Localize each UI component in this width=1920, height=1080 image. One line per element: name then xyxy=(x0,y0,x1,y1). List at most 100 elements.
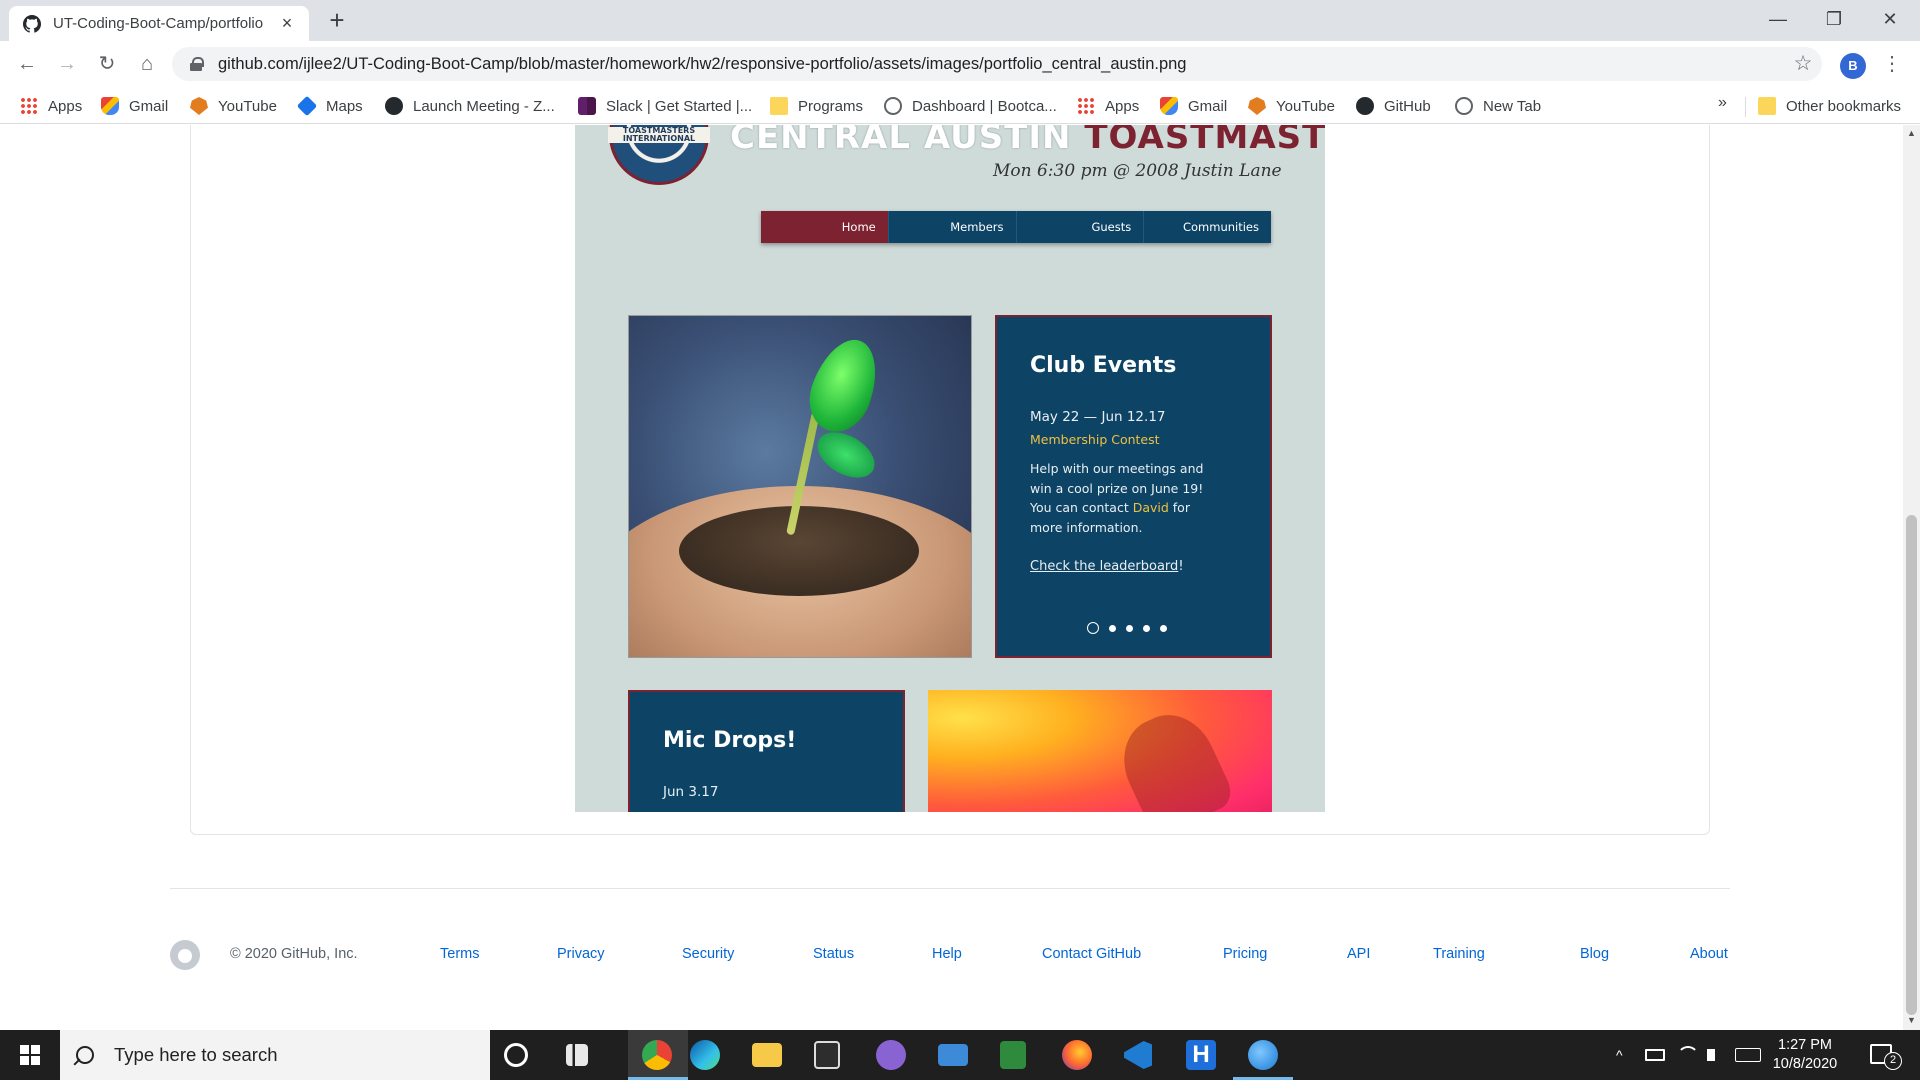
carousel-dots xyxy=(1087,622,1167,634)
scrollbar-thumb[interactable] xyxy=(1906,515,1917,1015)
footer-link-contact[interactable]: Contact GitHub xyxy=(1042,946,1141,962)
bookmark-label: Launch Meeting - Z... xyxy=(413,97,555,115)
minimize-button[interactable]: — xyxy=(1750,0,1806,41)
bookmarks-bar: Apps Gmail YouTube Maps Launch Meeting -… xyxy=(0,87,1920,124)
mic-drops-date: Jun 3.17 xyxy=(663,784,719,800)
bookmark-github[interactable]: GitHub xyxy=(1356,94,1431,118)
carousel-dot xyxy=(1160,624,1167,632)
site-nav-home: Home xyxy=(761,211,889,243)
carousel-dot xyxy=(1109,624,1116,632)
new-tab-button[interactable]: + xyxy=(322,6,352,36)
lock-icon xyxy=(190,57,204,71)
soil-shape xyxy=(679,506,919,596)
page-scrollbar[interactable]: ▲ ▼ xyxy=(1903,125,1920,1030)
globe-icon xyxy=(884,97,902,115)
bookmark-gmail-2[interactable]: Gmail xyxy=(1160,94,1227,118)
bookmark-dashboard[interactable]: Dashboard | Bootca... xyxy=(884,94,1057,118)
keyboard-icon[interactable] xyxy=(1735,1048,1761,1062)
description-highlight: David xyxy=(1132,500,1169,515)
address-bar[interactable]: github.com/ijlee2/UT-Coding-Boot-Camp/bl… xyxy=(172,47,1822,81)
app-icon[interactable] xyxy=(1248,1040,1278,1070)
reload-button[interactable]: ↻ xyxy=(92,49,122,79)
start-button[interactable] xyxy=(0,1030,60,1080)
seedling-photo xyxy=(628,315,972,658)
github-desktop-icon[interactable] xyxy=(876,1040,906,1070)
cortana-icon[interactable] xyxy=(504,1043,528,1067)
volume-icon[interactable] xyxy=(1707,1049,1723,1061)
github-icon xyxy=(385,97,403,115)
url-text: github.com/ijlee2/UT-Coding-Boot-Camp/bl… xyxy=(218,54,1187,73)
search-icon xyxy=(76,1046,94,1064)
bookmark-star-icon[interactable]: ☆ xyxy=(1788,49,1818,79)
site-nav: Home Members Guests Communities xyxy=(761,211,1271,243)
bookmark-launch-meeting[interactable]: Launch Meeting - Z... xyxy=(385,94,555,118)
folder-icon xyxy=(1758,97,1776,115)
bookmark-slack[interactable]: Slack | Get Started |... xyxy=(578,94,752,118)
vscode-icon[interactable] xyxy=(1124,1041,1152,1069)
bookmark-youtube-2[interactable]: YouTube xyxy=(1248,94,1335,118)
h-app-icon[interactable]: H xyxy=(1186,1040,1216,1070)
carousel-dot xyxy=(1143,624,1150,632)
logo-square xyxy=(31,1056,40,1065)
tab-strip: UT-Coding-Boot-Camp/portfolio × + — ❐ ✕ xyxy=(0,0,1920,41)
bookmark-programs[interactable]: Programs xyxy=(770,94,863,118)
browser-menu-icon[interactable]: ⋮ xyxy=(1882,49,1902,79)
gmail-icon xyxy=(101,97,119,115)
edge-icon[interactable] xyxy=(690,1040,720,1070)
mail-icon[interactable] xyxy=(938,1044,968,1066)
footer-link-blog[interactable]: Blog xyxy=(1580,946,1609,962)
tray-chevron-icon[interactable]: ^ xyxy=(1616,1030,1623,1080)
back-button[interactable]: ← xyxy=(12,49,42,79)
firefox-icon[interactable] xyxy=(1062,1040,1092,1070)
bookmark-label: YouTube xyxy=(1276,97,1335,115)
footer-link-help[interactable]: Help xyxy=(932,946,962,962)
footer-link-terms[interactable]: Terms xyxy=(440,946,479,962)
leaderboard-link-suffix: ! xyxy=(1178,559,1184,574)
footer-divider xyxy=(170,888,1730,889)
portfolio-image: TOASTMASTERS INTERNATIONAL CENTRAL AUSTI… xyxy=(575,125,1325,812)
bookmarks-divider xyxy=(1745,97,1746,117)
bookmark-apps[interactable]: Apps xyxy=(20,94,82,118)
bookmark-label: Dashboard | Bootca... xyxy=(912,97,1057,115)
footer-link-status[interactable]: Status xyxy=(813,946,854,962)
home-button[interactable]: ⌂ xyxy=(132,49,162,79)
site-nav-guests: Guests xyxy=(1017,211,1145,243)
footer-link-privacy[interactable]: Privacy xyxy=(557,946,605,962)
scroll-down-arrow-icon[interactable]: ▼ xyxy=(1906,1015,1917,1025)
github-mark-icon[interactable] xyxy=(170,940,200,970)
close-window-button[interactable]: ✕ xyxy=(1862,0,1918,41)
footer-link-api[interactable]: API xyxy=(1347,946,1370,962)
task-view-icon[interactable] xyxy=(566,1044,588,1066)
file-explorer-icon[interactable] xyxy=(752,1043,782,1067)
bookmark-youtube[interactable]: YouTube xyxy=(190,94,277,118)
scroll-up-arrow-icon[interactable]: ▲ xyxy=(1906,128,1917,138)
store-icon[interactable] xyxy=(814,1041,840,1069)
bookmark-label: New Tab xyxy=(1483,97,1542,115)
bookmark-gmail[interactable]: Gmail xyxy=(101,94,168,118)
spreadsheet-icon[interactable] xyxy=(1000,1041,1026,1069)
bookmark-new-tab[interactable]: New Tab xyxy=(1455,94,1541,118)
maximize-button[interactable]: ❐ xyxy=(1806,0,1862,41)
bookmark-apps-2[interactable]: Apps xyxy=(1077,94,1139,118)
notification-badge: 2 xyxy=(1884,1052,1902,1070)
youtube-icon xyxy=(190,97,208,115)
bookmarks-overflow-icon[interactable]: » xyxy=(1718,94,1727,112)
bookmark-maps[interactable]: Maps xyxy=(296,94,363,118)
footer-link-security[interactable]: Security xyxy=(682,946,734,962)
bookmark-label: Maps xyxy=(326,97,363,115)
footer-link-about[interactable]: About xyxy=(1690,946,1728,962)
wifi-icon[interactable] xyxy=(1677,1046,1699,1068)
taskbar-search[interactable]: Type here to search xyxy=(60,1030,490,1080)
taskbar-clock[interactable]: 1:27 PM 10/8/2020 xyxy=(1760,1036,1850,1074)
other-bookmarks[interactable]: Other bookmarks xyxy=(1758,94,1901,118)
clock-date: 10/8/2020 xyxy=(1772,1056,1838,1072)
browser-tab[interactable]: UT-Coding-Boot-Camp/portfolio × xyxy=(9,6,309,41)
footer-link-training[interactable]: Training xyxy=(1433,946,1485,962)
footer-link-pricing[interactable]: Pricing xyxy=(1223,946,1267,962)
tab-close-icon[interactable]: × xyxy=(277,13,297,34)
battery-icon[interactable] xyxy=(1645,1049,1665,1061)
leaderboard-link-text: Check the leaderboard xyxy=(1030,559,1179,574)
profile-avatar[interactable]: B xyxy=(1840,53,1866,79)
forward-button[interactable]: → xyxy=(52,49,82,79)
chrome-icon[interactable] xyxy=(642,1040,672,1070)
